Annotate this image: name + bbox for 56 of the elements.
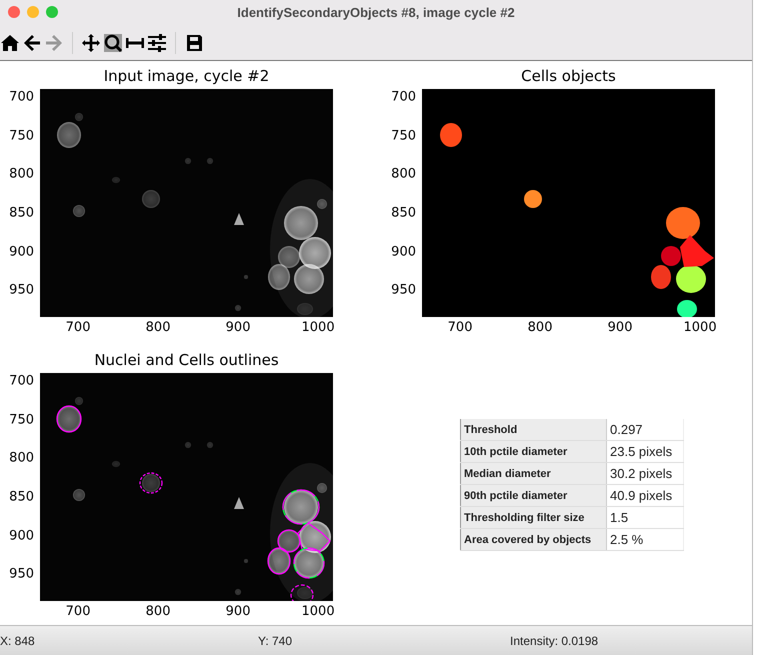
plot-title: Nuclei and Cells outlines	[94, 351, 279, 369]
pan-icon[interactable]	[81, 32, 101, 52]
table-cell: Threshold	[460, 419, 606, 440]
x-tick-label: 700	[66, 604, 90, 619]
y-tick-label: 750	[391, 128, 416, 144]
y-tick-label: 900	[391, 244, 416, 260]
y-tick-label: 850	[9, 489, 34, 504]
y-tick-label: 850	[391, 205, 416, 220]
intensity-text: Intensity: 0.0198	[510, 634, 600, 648]
y-tick-label: 750	[9, 128, 34, 144]
x-tick-label: 800	[528, 320, 552, 335]
y-tick-label: 700	[9, 373, 34, 388]
y-tick-label: 950	[391, 282, 416, 298]
plot-title: Cells objects	[521, 67, 616, 85]
sliders-icon[interactable]	[147, 32, 167, 52]
table-cell: Area covered by objects	[460, 528, 606, 550]
home-icon[interactable]	[0, 32, 20, 52]
close-icon[interactable]	[8, 6, 20, 18]
table-cell: 1.5	[606, 506, 684, 528]
x-tick-label: 900	[226, 320, 250, 335]
y-tick-label: 750	[9, 412, 34, 428]
zoom-icon[interactable]	[103, 32, 123, 52]
y-coordinate-text: Y: 740	[258, 634, 294, 648]
x-tick-label: 900	[608, 320, 632, 335]
save-icon[interactable]	[184, 32, 204, 52]
y-tick-label: 800	[9, 450, 34, 466]
table-cell: 40.9 pixels	[606, 484, 684, 506]
y-tick-label: 850	[9, 205, 34, 220]
table-cell: 90th pctile diameter	[460, 484, 606, 506]
y-tick-label: 800	[9, 166, 34, 182]
y-tick-label: 800	[391, 166, 416, 182]
table-cell: Median diameter	[460, 462, 606, 484]
table-cell: Thresholding filter size	[460, 506, 606, 528]
x-tick-label: 900	[226, 604, 250, 619]
back-icon[interactable]	[22, 32, 42, 52]
x-tick-label: 800	[146, 604, 170, 619]
plot-title: Input image, cycle #2	[104, 67, 270, 85]
y-tick-label: 900	[9, 244, 34, 260]
x-tick-label: 1000	[302, 320, 335, 335]
y-tick-label: 950	[9, 282, 34, 298]
y-tick-label: 700	[391, 89, 416, 104]
x-tick-label: 1000	[302, 604, 335, 619]
y-tick-label: 700	[9, 89, 34, 104]
x-tick-label: 800	[146, 320, 170, 335]
window-title: IdentifySecondaryObjects #8, image cycle #2	[237, 5, 515, 20]
table-cell: 30.2 pixels	[606, 462, 684, 484]
x-coordinate-text: X: 848	[0, 634, 36, 648]
x-tick-label: 700	[66, 320, 90, 335]
x-tick-label: 1000	[684, 320, 717, 335]
table-cell: 2.5 %	[606, 528, 684, 550]
x-tick-label: 700	[448, 320, 472, 335]
table-cell: 0.297	[606, 419, 684, 440]
y-tick-label: 950	[9, 566, 34, 582]
table-cell: 10th pctile diameter	[460, 440, 606, 462]
y-tick-label: 900	[9, 528, 34, 544]
table-cell: 23.5 pixels	[606, 440, 684, 462]
